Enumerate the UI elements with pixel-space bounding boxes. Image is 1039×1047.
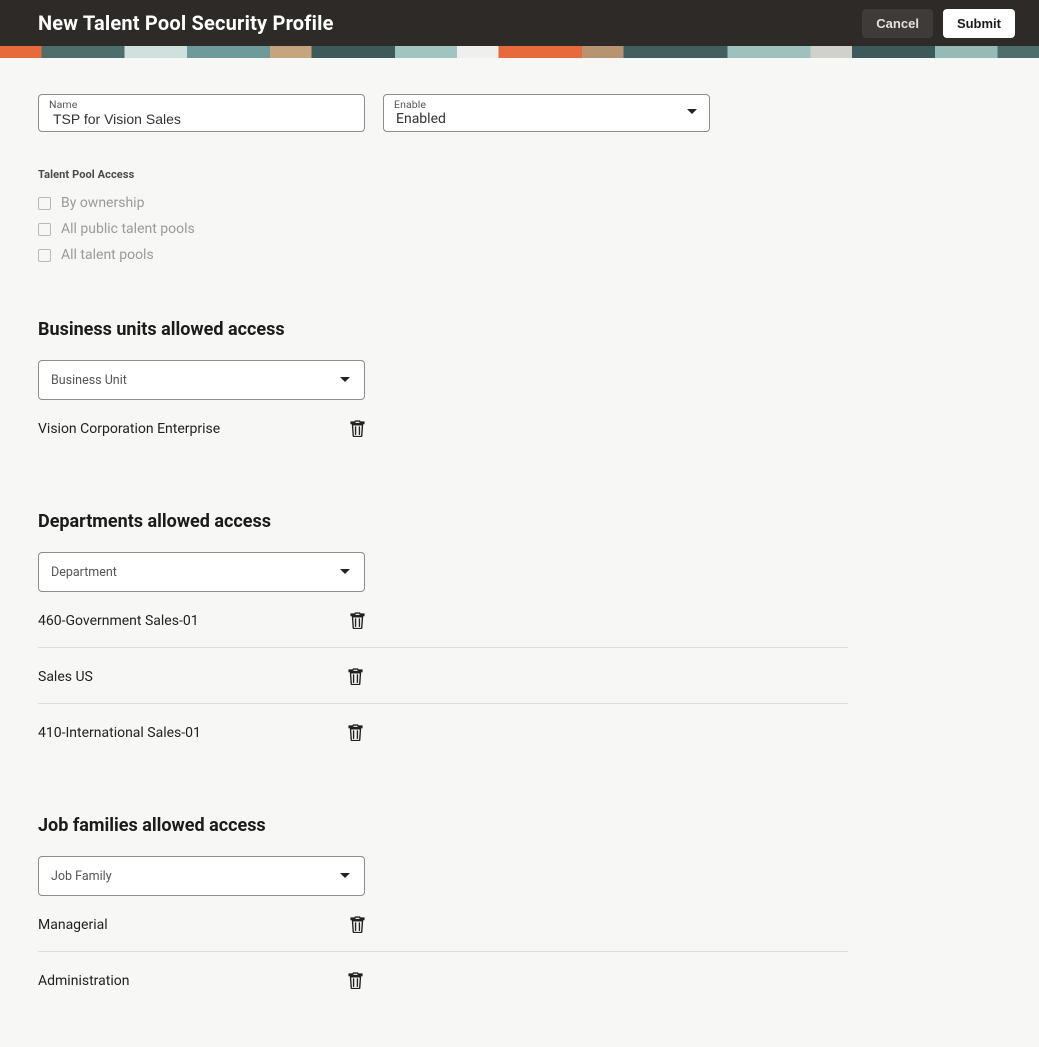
trash-icon [348, 724, 363, 741]
checkbox-by-ownership[interactable]: By ownership [38, 195, 1039, 211]
departments-title: Departments allowed access [38, 511, 1039, 532]
checkbox-all-pools[interactable]: All talent pools [38, 247, 1039, 263]
chevron-down-icon [687, 109, 697, 114]
trash-icon [348, 668, 363, 685]
name-input[interactable] [51, 110, 352, 128]
list-item: Administration [38, 951, 848, 1007]
trash-icon [348, 972, 363, 989]
trash-icon [350, 612, 365, 629]
list-item: Sales US [38, 647, 848, 703]
dropdown-placeholder: Department [51, 565, 117, 580]
list-item: Managerial [38, 896, 365, 951]
cancel-button[interactable]: Cancel [862, 9, 933, 38]
decorative-banner [0, 46, 1039, 58]
list-item: 460-Government Sales-01 [38, 592, 365, 647]
dropdown-placeholder: Business Unit [51, 373, 127, 388]
checkbox-label: All public talent pools [61, 221, 195, 237]
checkbox-icon [38, 197, 51, 210]
list-item-label: Sales US [38, 669, 348, 685]
checkbox-label: All talent pools [61, 247, 154, 263]
top-fields-row: Name Enable Enabled [38, 94, 1039, 132]
job-families-title: Job families allowed access [38, 815, 1039, 836]
list-item-label: Managerial [38, 917, 348, 933]
name-field[interactable]: Name [38, 94, 365, 132]
delete-button[interactable] [348, 972, 363, 989]
enable-label: Enable [394, 98, 426, 111]
checkbox-all-public[interactable]: All public talent pools [38, 221, 1039, 237]
business-units-title: Business units allowed access [38, 319, 1039, 340]
list-item: Vision Corporation Enterprise [38, 400, 365, 455]
checkbox-icon [38, 223, 51, 236]
page-title: New Talent Pool Security Profile [38, 11, 862, 35]
delete-button[interactable] [350, 916, 365, 933]
department-dropdown[interactable]: Department [38, 552, 365, 592]
header-actions: Cancel Submit [862, 9, 1015, 38]
page-header: New Talent Pool Security Profile Cancel … [0, 0, 1039, 46]
chevron-down-icon [340, 873, 350, 878]
list-item-label: 460-Government Sales-01 [38, 613, 348, 629]
chevron-down-icon [340, 377, 350, 382]
name-label: Name [49, 98, 77, 111]
business-unit-dropdown[interactable]: Business Unit [38, 360, 365, 400]
content-area: Name Enable Enabled Talent Pool Access B… [0, 58, 1039, 1047]
checkbox-label: By ownership [61, 195, 144, 211]
enable-value: Enabled [396, 111, 697, 127]
trash-icon [350, 420, 365, 437]
talent-pool-access-heading: Talent Pool Access [38, 168, 1039, 181]
dropdown-placeholder: Job Family [51, 869, 112, 884]
job-family-dropdown[interactable]: Job Family [38, 856, 365, 896]
enable-select[interactable]: Enable Enabled [383, 94, 710, 132]
list-item-label: 410-International Sales-01 [38, 725, 348, 741]
chevron-down-icon [340, 569, 350, 574]
list-item-label: Administration [38, 973, 348, 989]
list-item: 410-International Sales-01 [38, 703, 848, 759]
delete-button[interactable] [350, 420, 365, 437]
delete-button[interactable] [348, 668, 363, 685]
checkbox-icon [38, 249, 51, 262]
delete-button[interactable] [348, 724, 363, 741]
trash-icon [350, 916, 365, 933]
delete-button[interactable] [350, 612, 365, 629]
submit-button[interactable]: Submit [943, 9, 1015, 38]
list-item-label: Vision Corporation Enterprise [38, 421, 348, 437]
